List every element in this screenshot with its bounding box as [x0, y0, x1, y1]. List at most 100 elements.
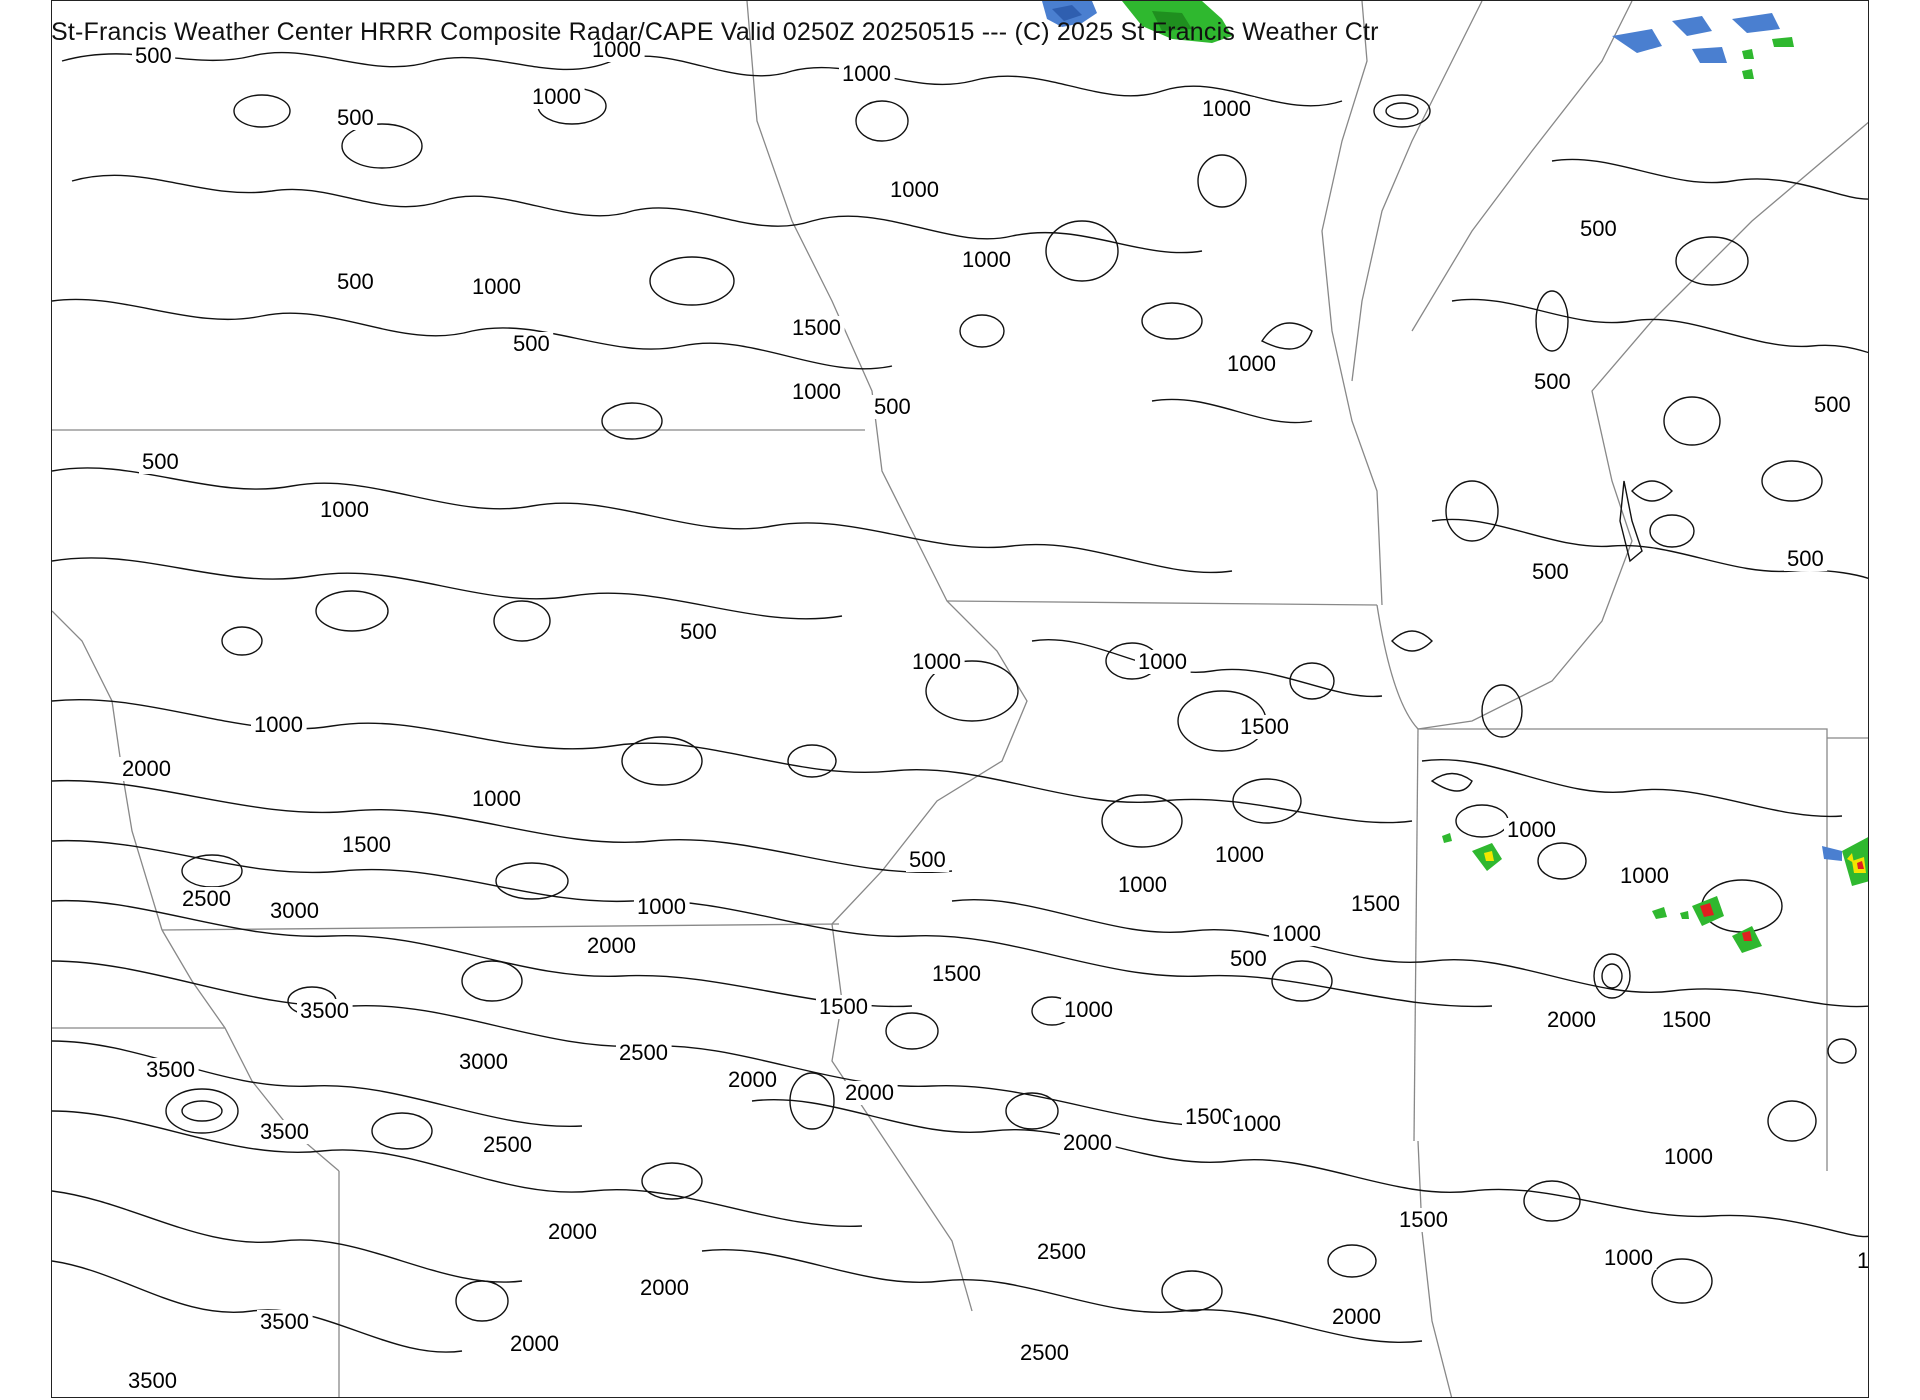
contour-label: 1000 — [251, 712, 307, 737]
contour-label: 1000 — [1661, 1144, 1717, 1169]
radar-echo — [1612, 29, 1662, 53]
contour-label-text: 2500 — [1020, 1340, 1069, 1365]
contour-label: 1000 — [887, 177, 943, 202]
contour-label: 1500 — [789, 315, 845, 340]
contour-label: 1500 — [929, 961, 985, 986]
radar-echo — [1822, 846, 1842, 861]
contour-label-text: 1000 — [1202, 96, 1251, 121]
contour-label: 1000 — [839, 61, 895, 86]
contour-label: 2000 — [545, 1219, 601, 1244]
contour-label: 1000 — [1212, 842, 1268, 867]
contour-label-text: 1500 — [1399, 1207, 1448, 1232]
contour-label-text: 500 — [909, 847, 946, 872]
contour-label: 1000 — [1199, 96, 1255, 121]
contour-label: 1000 — [529, 84, 585, 109]
contour-label: 2000 — [1060, 1130, 1116, 1155]
contour-label: 500 — [871, 394, 915, 419]
contour-label-text: 2000 — [122, 756, 171, 781]
contour-labels: 500 1000 1000 1000 500 1000 1000 1000 500 1000 500… — [119, 37, 1869, 1393]
contour-label-text: 2500 — [182, 886, 231, 911]
contour-label-text: 1000 — [532, 84, 581, 109]
contour-label: 3500 — [257, 1119, 313, 1144]
contour-label: 1000 — [634, 894, 690, 919]
contour-label: 1000 — [1135, 649, 1191, 674]
contour-label-text: 500 — [1580, 216, 1617, 241]
contour-label: 500 — [1784, 546, 1828, 571]
map-frame: 500 1000 1000 1000 500 1000 1000 1000 500 1000 500… — [51, 0, 1869, 1398]
boundary-line — [1418, 728, 1828, 1171]
contour-label: 500 — [906, 847, 950, 872]
contour-label-text: 1000 — [472, 786, 521, 811]
contour-label: 1500 — [816, 994, 872, 1019]
contour-label-text: 1000 — [1118, 872, 1167, 897]
contour-label: 1000 — [1854, 1248, 1869, 1273]
boundary-line — [1411, 1, 1633, 332]
boundary-line — [1376, 604, 1419, 730]
contour-label-text: 3000 — [270, 898, 319, 923]
contour-label-text: 1000 — [890, 177, 939, 202]
radar-echo — [1772, 37, 1794, 47]
contour-label-text: 3000 — [459, 1049, 508, 1074]
contour-label-text: 1500 — [1185, 1104, 1234, 1129]
contour-label-text: 2000 — [1332, 1304, 1381, 1329]
contour-label-text: 1000 — [1507, 817, 1556, 842]
cape-contours — [52, 51, 1868, 1353]
contour-label: 2500 — [179, 886, 235, 911]
contour-label: 1000 — [317, 497, 373, 522]
contour-label: 1000 — [1224, 351, 1280, 376]
radar-echo — [1680, 911, 1689, 919]
contour-label-text: 500 — [513, 331, 550, 356]
contour-label-text: 1000 — [1620, 863, 1669, 888]
contour-label: 1500 — [1348, 891, 1404, 916]
contour-label: 2000 — [842, 1080, 898, 1105]
radar-echoes — [1042, 1, 1868, 953]
contour-label: 3500 — [257, 1309, 313, 1334]
contour-label: 3500 — [143, 1057, 199, 1082]
contour-label-text: 1500 — [1662, 1007, 1711, 1032]
boundary-line — [1413, 728, 1419, 1142]
contour-label: 2000 — [507, 1331, 563, 1356]
contour-label: 500 — [334, 105, 378, 130]
contour-label: 1000 — [789, 379, 845, 404]
contour-label: 500 — [1529, 559, 1573, 584]
contour-label-text: 3500 — [146, 1057, 195, 1082]
contour-label: 3500 — [297, 998, 353, 1023]
contour-label: 3000 — [456, 1049, 512, 1074]
contour-label: 500 — [1811, 392, 1855, 417]
contour-label: 1500 — [1396, 1207, 1452, 1232]
contour-label-text: 1000 — [1232, 1111, 1281, 1136]
contour-label-text: 500 — [1230, 946, 1267, 971]
contour-label: 2500 — [1017, 1340, 1073, 1365]
contour-label: 500 — [1227, 946, 1271, 971]
contour-label-text: 500 — [337, 105, 374, 130]
contour-label: 2000 — [1329, 1304, 1385, 1329]
contour-label-text: 500 — [680, 619, 717, 644]
boundaries — [52, 1, 1868, 1397]
contour-label-text: 500 — [337, 269, 374, 294]
contour-label-text: 1000 — [254, 712, 303, 737]
contour-label-text: 1000 — [1857, 1248, 1869, 1273]
contour-label-text: 1500 — [792, 315, 841, 340]
contour-label: 2500 — [616, 1040, 672, 1065]
contour-label-text: 500 — [1534, 369, 1571, 394]
contour-label-text: 2500 — [619, 1040, 668, 1065]
contour-label-text: 1000 — [1064, 997, 1113, 1022]
contour-label-text: 3500 — [260, 1119, 309, 1144]
contour-label: 1000 — [1601, 1245, 1657, 1270]
contour-label: 3000 — [267, 898, 323, 923]
contour-label: 500 — [334, 269, 378, 294]
contour-label: 1000 — [1115, 872, 1171, 897]
boundary-line — [946, 600, 1378, 606]
contour-label: 1500 — [339, 832, 395, 857]
contour-label: 500 — [139, 449, 183, 474]
radar-echo — [1742, 49, 1754, 59]
contour-label-text: 2500 — [1037, 1239, 1086, 1264]
contour-label: 1000 — [909, 649, 965, 674]
contour-label-text: 1000 — [1227, 351, 1276, 376]
contour-label: 2000 — [1544, 1007, 1600, 1032]
contour-label: 500 — [1577, 216, 1621, 241]
boundary-line — [161, 923, 840, 931]
contour-label-text: 2000 — [510, 1331, 559, 1356]
contour-label: 2000 — [725, 1067, 781, 1092]
contour-label: 1000 — [1617, 863, 1673, 888]
